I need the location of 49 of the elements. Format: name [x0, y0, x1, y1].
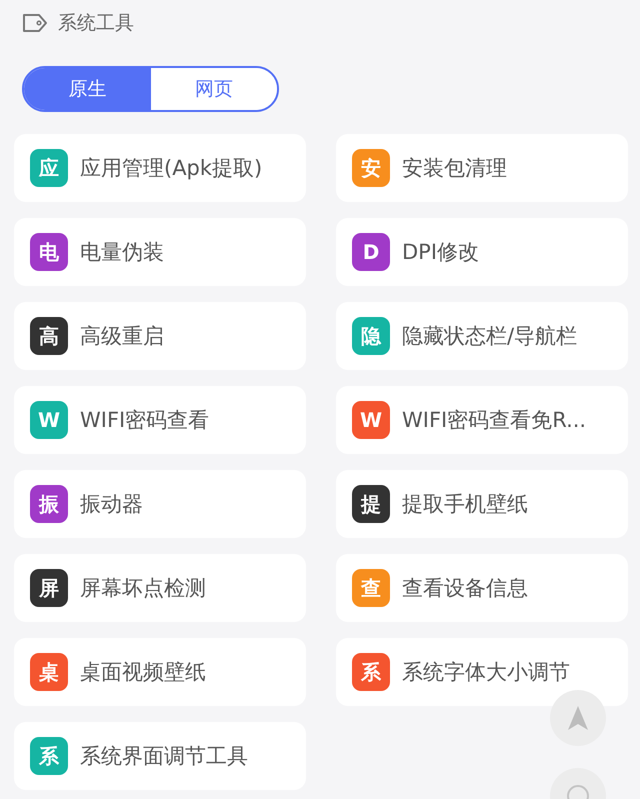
tool-label: 屏幕坏点检测 — [80, 575, 206, 602]
section-title: 系统工具 — [58, 11, 134, 36]
tool-badge: 电 — [30, 233, 68, 271]
segment-tab[interactable]: 原生 — [24, 68, 150, 110]
tool-card[interactable]: 隐 隐藏状态栏/导航栏 — [336, 302, 628, 370]
tool-card[interactable]: 高 高级重启 — [14, 302, 306, 370]
tool-label: WIFI密码查看 — [80, 407, 210, 434]
tool-badge: 查 — [352, 569, 390, 607]
tag-icon — [22, 13, 48, 33]
tool-badge: 系 — [30, 737, 68, 775]
tool-card[interactable]: 桌 桌面视频壁纸 — [14, 638, 306, 706]
tool-badge: 安 — [352, 149, 390, 187]
tool-card[interactable]: W WIFI密码查看免R... — [336, 386, 628, 454]
tool-badge: 提 — [352, 485, 390, 523]
tool-badge: 应 — [30, 149, 68, 187]
tool-label: 查看设备信息 — [402, 575, 528, 602]
tool-label: 系统界面调节工具 — [80, 743, 248, 770]
tool-card[interactable]: 系 系统字体大小调节 — [336, 638, 628, 706]
tool-badge: 系 — [352, 653, 390, 691]
tool-label: 桌面视频壁纸 — [80, 659, 206, 686]
tool-card[interactable]: 安 安装包清理 — [336, 134, 628, 202]
tool-label: 应用管理(Apk提取) — [80, 155, 262, 182]
tool-badge: 屏 — [30, 569, 68, 607]
tool-card[interactable]: D DPI修改 — [336, 218, 628, 286]
tool-label: 隐藏状态栏/导航栏 — [402, 323, 578, 350]
tool-badge: 振 — [30, 485, 68, 523]
tool-badge: 隐 — [352, 317, 390, 355]
tool-label: 系统字体大小调节 — [402, 659, 570, 686]
tool-label: 振动器 — [80, 491, 143, 518]
tool-card[interactable]: 提 提取手机壁纸 — [336, 470, 628, 538]
tool-label: 安装包清理 — [402, 155, 507, 182]
arrow-icon — [566, 704, 590, 732]
tool-card[interactable]: W WIFI密码查看 — [14, 386, 306, 454]
tool-badge: 高 — [30, 317, 68, 355]
tool-card[interactable]: 屏 屏幕坏点检测 — [14, 554, 306, 622]
tool-badge: W — [30, 401, 68, 439]
tool-label: 电量伪装 — [80, 239, 164, 266]
tool-label: WIFI密码查看免R... — [402, 407, 586, 434]
tool-card[interactable]: 应 应用管理(Apk提取) — [14, 134, 306, 202]
tool-card[interactable]: 系 系统界面调节工具 — [14, 722, 306, 790]
tool-label: 提取手机壁纸 — [402, 491, 528, 518]
tool-card[interactable]: 电 电量伪装 — [14, 218, 306, 286]
tool-card[interactable]: 振 振动器 — [14, 470, 306, 538]
tool-label: DPI修改 — [402, 239, 480, 266]
tool-badge: 桌 — [30, 653, 68, 691]
tool-card[interactable]: 查 查看设备信息 — [336, 554, 628, 622]
tool-badge: D — [352, 233, 390, 271]
tool-badge: W — [352, 401, 390, 439]
tool-label: 高级重启 — [80, 323, 164, 350]
